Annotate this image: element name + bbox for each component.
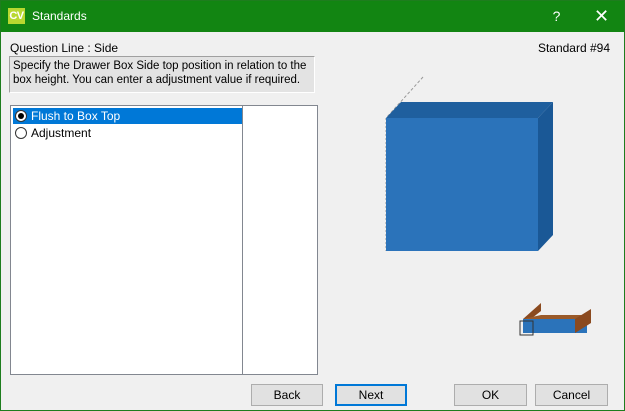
close-button[interactable]: ✕ [579,1,624,32]
box-top-face [386,102,553,118]
list-column-divider [242,106,243,374]
options-list[interactable]: Flush to Box Top Adjustment [10,105,318,375]
drawer-section-preview-image [519,303,591,336]
radio-checked-icon[interactable] [15,110,27,122]
standard-number-label: Standard #94 [537,41,610,55]
standards-dialog: CV Standards ? ✕ Question Line : Side St… [0,0,625,411]
box-side-face [538,102,553,251]
option-label: Flush to Box Top [31,109,121,123]
option-adjustment[interactable]: Adjustment [13,125,242,141]
window-title: Standards [32,9,87,23]
ok-button[interactable]: OK [454,384,527,406]
option-flush-to-box-top[interactable]: Flush to Box Top [13,108,242,124]
cancel-button[interactable]: Cancel [535,384,608,406]
description-text: Specify the Drawer Box Side top position… [9,56,315,93]
app-logo-icon: CV [8,8,25,24]
help-button[interactable]: ? [534,1,579,32]
box-front-face [386,118,538,251]
drawer-box-preview-image [385,76,553,251]
title-bar[interactable]: CV Standards ? ✕ [1,1,624,32]
question-line-label: Question Line : Side [10,41,119,55]
back-button[interactable]: Back [251,384,323,406]
next-button[interactable]: Next [335,384,407,406]
option-label: Adjustment [31,126,92,140]
radio-unchecked-icon[interactable] [15,127,27,139]
